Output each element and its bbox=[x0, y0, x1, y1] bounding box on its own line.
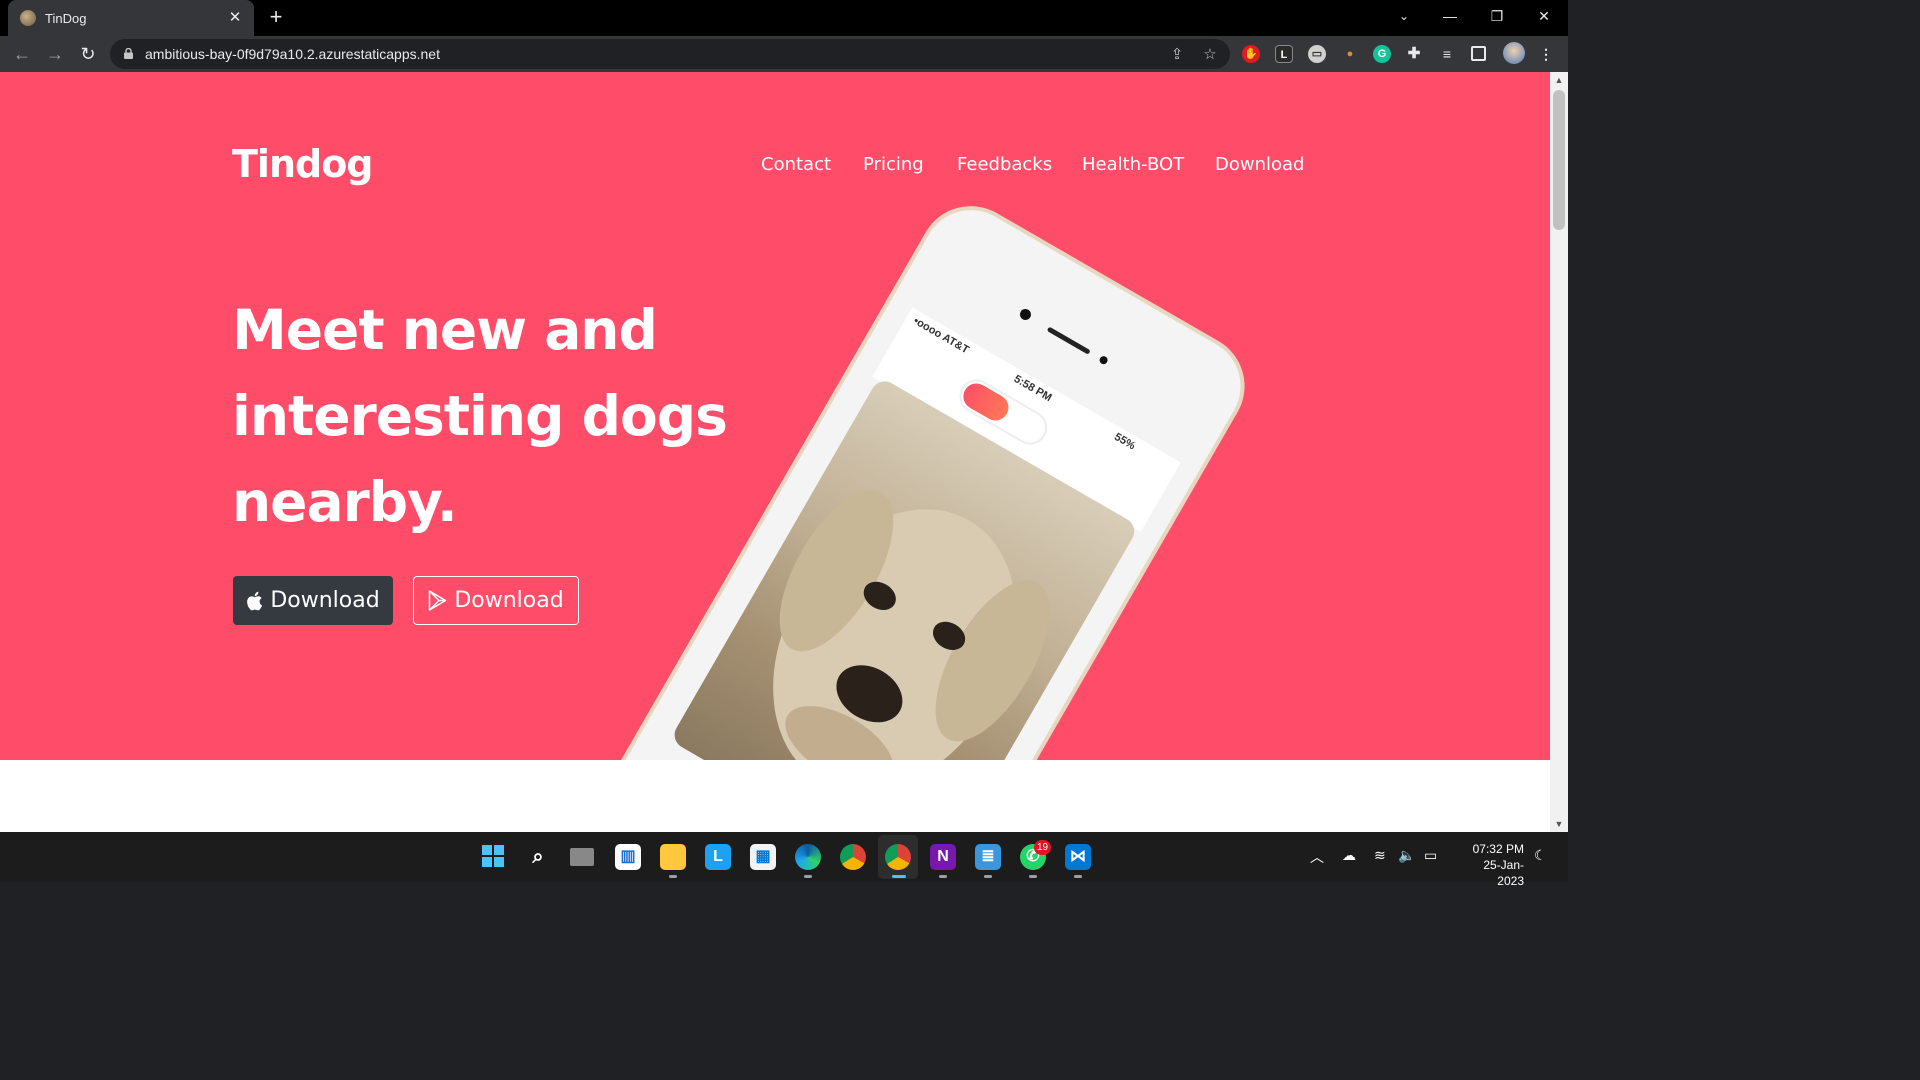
media-queue-icon[interactable]: ≡ bbox=[1438, 45, 1456, 63]
volume-icon[interactable]: 🔈 bbox=[1398, 847, 1415, 864]
extension-cookie-icon[interactable]: ● bbox=[1341, 45, 1359, 63]
hero-headline: Meet new and interesting dogs nearby. bbox=[232, 287, 792, 545]
restore-button[interactable]: ❐ bbox=[1474, 0, 1520, 32]
new-tab-button[interactable]: + bbox=[264, 4, 288, 30]
sensor-icon bbox=[1098, 354, 1110, 366]
google-play-icon bbox=[429, 590, 447, 611]
taskbar-clock[interactable]: 07:32 PM 25-Jan-2023 bbox=[1458, 841, 1524, 889]
nav-link-download[interactable]: Download bbox=[1215, 154, 1304, 175]
extension-capture-icon[interactable]: ▭ bbox=[1308, 45, 1326, 63]
tab-title: TinDog bbox=[45, 10, 87, 26]
wifi-icon[interactable]: ≋ bbox=[1374, 847, 1386, 864]
site-favicon-icon bbox=[20, 10, 36, 26]
page-scrollbar[interactable]: ▲ ▼ bbox=[1550, 72, 1568, 832]
nav-link-pricing[interactable]: Pricing bbox=[863, 154, 924, 175]
start-windows-icon[interactable] bbox=[480, 844, 506, 870]
nav-link-contact[interactable]: Contact bbox=[761, 154, 831, 175]
browser-tab-strip: TinDog ✕ + ⌄ — ❐ ✕ bbox=[0, 0, 1568, 36]
edge-browser-icon[interactable] bbox=[795, 844, 821, 870]
nav-link-health-bot[interactable]: Health-BOT bbox=[1082, 154, 1184, 175]
speaker-grille bbox=[1046, 326, 1091, 355]
whatsapp-notification-badge: 19 bbox=[1034, 840, 1051, 855]
address-bar[interactable]: ambitious-bay-0f9d79a10.2.azurestaticapp… bbox=[110, 39, 1230, 69]
running-indicator bbox=[1029, 875, 1037, 878]
menu-kebab-icon[interactable]: ⋮ bbox=[1537, 45, 1555, 63]
clock-time: 07:32 PM bbox=[1472, 842, 1524, 856]
windows-taskbar: ⌕ ▥ L ▦ N ≣ ✆ 19 ⋈ ︿ ☁ ≋ 🔈 ▭ 07:32 PM 25… bbox=[0, 832, 1568, 888]
page-viewport: Tindog Contact Pricing Feedbacks Health-… bbox=[0, 72, 1568, 832]
headline-line-2: interesting dogs bbox=[232, 384, 728, 448]
running-indicator bbox=[669, 875, 677, 878]
scroll-up-arrow-icon[interactable]: ▲ bbox=[1550, 72, 1568, 88]
headline-line-1: Meet new and bbox=[232, 298, 658, 362]
browser-toolbar: ← → ↻ ambitious-bay-0f9d79a10.2.azuresta… bbox=[0, 36, 1568, 72]
side-panel-icon[interactable] bbox=[1471, 46, 1486, 61]
running-indicator bbox=[984, 875, 992, 878]
vscode-icon[interactable]: ⋈ bbox=[1065, 844, 1091, 870]
scroll-down-arrow-icon[interactable]: ▼ bbox=[1550, 816, 1568, 832]
url-text: ambitious-bay-0f9d79a10.2.azurestaticapp… bbox=[145, 46, 440, 62]
nav-link-feedbacks[interactable]: Feedbacks bbox=[957, 154, 1052, 175]
running-indicator bbox=[1074, 875, 1082, 878]
task-view-icon[interactable] bbox=[570, 848, 594, 866]
bookmark-star-icon[interactable]: ☆ bbox=[1201, 46, 1219, 64]
scrollbar-thumb[interactable] bbox=[1553, 90, 1565, 230]
active-indicator bbox=[892, 875, 906, 878]
front-camera-icon bbox=[1017, 306, 1033, 323]
play-store-download-button[interactable]: Download bbox=[413, 576, 579, 625]
close-window-button[interactable]: ✕ bbox=[1521, 0, 1567, 32]
notifications-moon-icon[interactable]: ☾ bbox=[1534, 847, 1547, 864]
extensions-puzzle-icon[interactable]: ✚ bbox=[1405, 45, 1423, 63]
play-download-label: Download bbox=[454, 588, 564, 613]
browser-tab[interactable]: TinDog ✕ bbox=[8, 0, 254, 36]
clock-date: 25-Jan-2023 bbox=[1483, 858, 1524, 888]
onedrive-cloud-icon[interactable]: ☁ bbox=[1342, 847, 1356, 864]
search-icon[interactable]: ⌕ bbox=[525, 844, 551, 870]
profile-avatar[interactable] bbox=[1503, 42, 1525, 64]
share-icon[interactable]: ⇪ bbox=[1168, 46, 1186, 64]
lock-icon bbox=[124, 48, 133, 59]
onenote-icon[interactable]: N bbox=[930, 844, 956, 870]
tab-search-icon[interactable]: ⌄ bbox=[1381, 0, 1427, 32]
extension-grammarly-icon[interactable]: G bbox=[1373, 45, 1391, 63]
forward-button[interactable]: → bbox=[42, 41, 68, 67]
extension-adblock-icon[interactable]: ✋ bbox=[1242, 45, 1260, 63]
reload-button[interactable]: ↻ bbox=[75, 41, 101, 67]
headline-line-3: nearby. bbox=[232, 470, 458, 534]
apple-download-button[interactable]: Download bbox=[233, 576, 393, 625]
running-indicator bbox=[939, 875, 947, 878]
brand-logo[interactable]: Tindog bbox=[232, 142, 374, 186]
close-tab-icon[interactable]: ✕ bbox=[226, 9, 244, 27]
app-l-icon[interactable]: L bbox=[705, 844, 731, 870]
show-hidden-icons-chevron-icon[interactable]: ︿ bbox=[1310, 847, 1324, 867]
running-indicator bbox=[804, 875, 812, 878]
widgets-icon[interactable]: ▥ bbox=[615, 844, 641, 870]
notepad-icon[interactable]: ≣ bbox=[975, 844, 1001, 870]
back-button[interactable]: ← bbox=[9, 41, 35, 67]
microsoft-store-icon[interactable]: ▦ bbox=[750, 844, 776, 870]
chrome-icon[interactable] bbox=[840, 844, 866, 870]
minimize-button[interactable]: — bbox=[1427, 0, 1473, 32]
file-explorer-icon[interactable] bbox=[660, 844, 686, 870]
hero-section: Tindog Contact Pricing Feedbacks Health-… bbox=[0, 72, 1550, 760]
next-section bbox=[0, 760, 1550, 832]
extension-l-icon[interactable]: L bbox=[1275, 45, 1293, 63]
battery-icon[interactable]: ▭ bbox=[1424, 847, 1437, 864]
chrome-profile-icon[interactable] bbox=[885, 844, 911, 870]
apple-icon bbox=[247, 591, 263, 610]
apple-download-label: Download bbox=[270, 588, 380, 613]
